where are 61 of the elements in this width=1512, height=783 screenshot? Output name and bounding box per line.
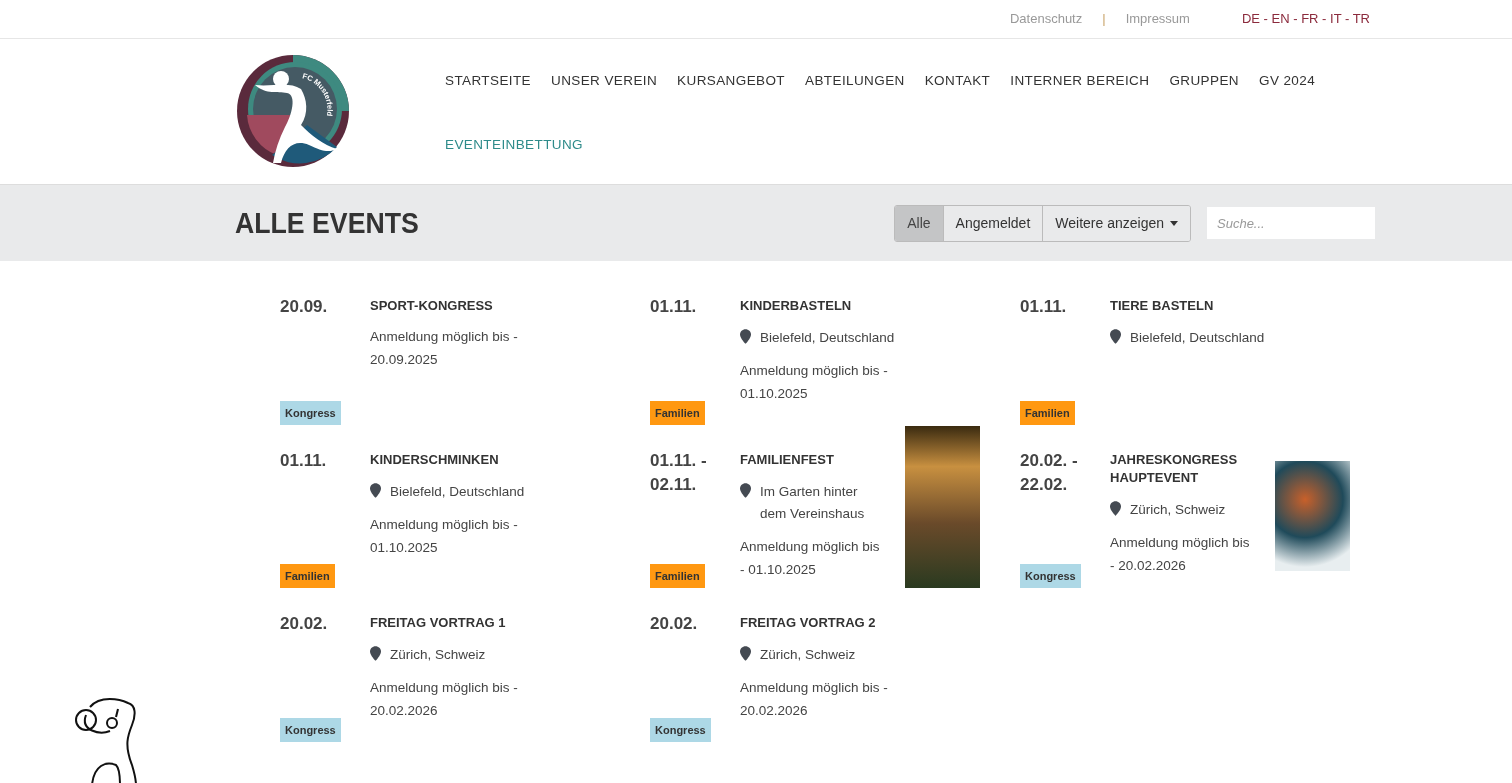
search-field[interactable]: Suche... xyxy=(1207,207,1375,239)
event-location: Bielefeld, Deutschland xyxy=(1130,329,1265,347)
registration-deadline: Anmeldung möglich bis - 01.10.2025 xyxy=(370,516,519,557)
event-date: 01.11. xyxy=(280,450,327,472)
event-location: Bielefeld, Deutschland xyxy=(760,329,895,347)
nav-link[interactable]: EVENTEINBETTUNG xyxy=(445,134,583,156)
category-tag: Kongress xyxy=(280,718,341,742)
language-links[interactable]: DE - EN - FR - IT - TR xyxy=(1241,10,1370,26)
event-location: Im Garten hinter dem Vereinshaus xyxy=(760,483,865,523)
category-tag: Kongress xyxy=(1020,564,1081,588)
event-title[interactable]: SPORT-KONGRESS xyxy=(370,297,530,315)
location-pin-icon xyxy=(370,483,381,498)
event-title[interactable]: KINDERBASTELN xyxy=(740,297,900,315)
registration-deadline: Anmeldung möglich bis - 01.10.2025 xyxy=(740,538,881,579)
category-tag: Familien xyxy=(1020,401,1075,425)
event-title[interactable]: FAMILIENFEST xyxy=(740,451,900,469)
registration-deadline: Anmeldung möglich bis - 20.02.2026 xyxy=(370,679,519,720)
location-pin-icon xyxy=(370,646,381,661)
event-date: 20.02. xyxy=(650,613,698,635)
event-title[interactable]: KINDERSCHMINKEN xyxy=(370,451,530,469)
caret-icon xyxy=(1170,220,1178,226)
registration-deadline: Anmeldung möglich bis - 20.09.2025 xyxy=(370,328,519,369)
nav-link[interactable]: INTERNER BEREICH xyxy=(1010,70,1150,92)
location-pin-icon xyxy=(1110,501,1121,516)
category-tag: Familien xyxy=(280,564,335,588)
nav-link[interactable]: UNSER VEREIN xyxy=(551,70,658,92)
location-pin-icon xyxy=(1110,329,1121,344)
location-pin-icon xyxy=(740,483,751,498)
category-tag: Kongress xyxy=(650,718,711,742)
nav-link[interactable]: KONTAKT xyxy=(924,70,991,92)
link-separator: | xyxy=(1102,10,1106,26)
event-location: Zürich, Schweiz xyxy=(390,646,486,664)
event-title[interactable]: TIERE BASTELN xyxy=(1110,297,1270,315)
event-location: Bielefeld, Deutschland xyxy=(390,483,525,501)
registration-deadline: Anmeldung möglich bis - 01.10.2025 xyxy=(740,362,889,403)
event-date: 20.02. - 22.02. xyxy=(1020,450,1078,496)
event-date: 20.02. xyxy=(280,613,328,635)
nav-link[interactable]: ABTEILUNGEN xyxy=(805,70,905,92)
event-location: Zürich, Schweiz xyxy=(1130,501,1226,519)
location-pin-icon xyxy=(740,329,751,344)
event-title[interactable]: JAHRESKONGRESS HAUPTEVENT xyxy=(1110,451,1270,487)
category-tag: Familien xyxy=(650,401,705,425)
nav-link[interactable]: GRUPPEN xyxy=(1169,70,1239,92)
nav-link[interactable]: GV 2024 xyxy=(1259,70,1316,92)
page-title: ALLE EVENTS xyxy=(235,206,419,240)
category-tag: Familien xyxy=(650,564,705,588)
event-date: 01.11. - 02.11. xyxy=(650,450,707,496)
location-pin-icon xyxy=(740,646,751,661)
dropdown-button[interactable]: Weitere anzeigen xyxy=(1042,205,1190,241)
event-date: 01.11. xyxy=(1020,296,1067,318)
event-title[interactable]: FREITAG VORTRAG 2 xyxy=(740,614,900,632)
nav-link[interactable]: KURSANGEBOT xyxy=(677,70,785,92)
nav-link[interactable]: STARTSEITE xyxy=(445,70,531,92)
event-title[interactable]: FREITAG VORTRAG 1 xyxy=(370,614,530,632)
event-location: Zürich, Schweiz xyxy=(760,646,856,664)
filter-button[interactable]: Alle xyxy=(895,205,943,241)
registration-deadline: Anmeldung möglich bis - 20.02.2026 xyxy=(740,679,889,720)
event-date: 20.09. xyxy=(280,296,328,318)
category-tag: Kongress xyxy=(280,401,341,425)
event-date: 01.11. xyxy=(650,296,697,318)
registration-deadline: Anmeldung möglich bis - 20.02.2026 xyxy=(1110,534,1251,575)
